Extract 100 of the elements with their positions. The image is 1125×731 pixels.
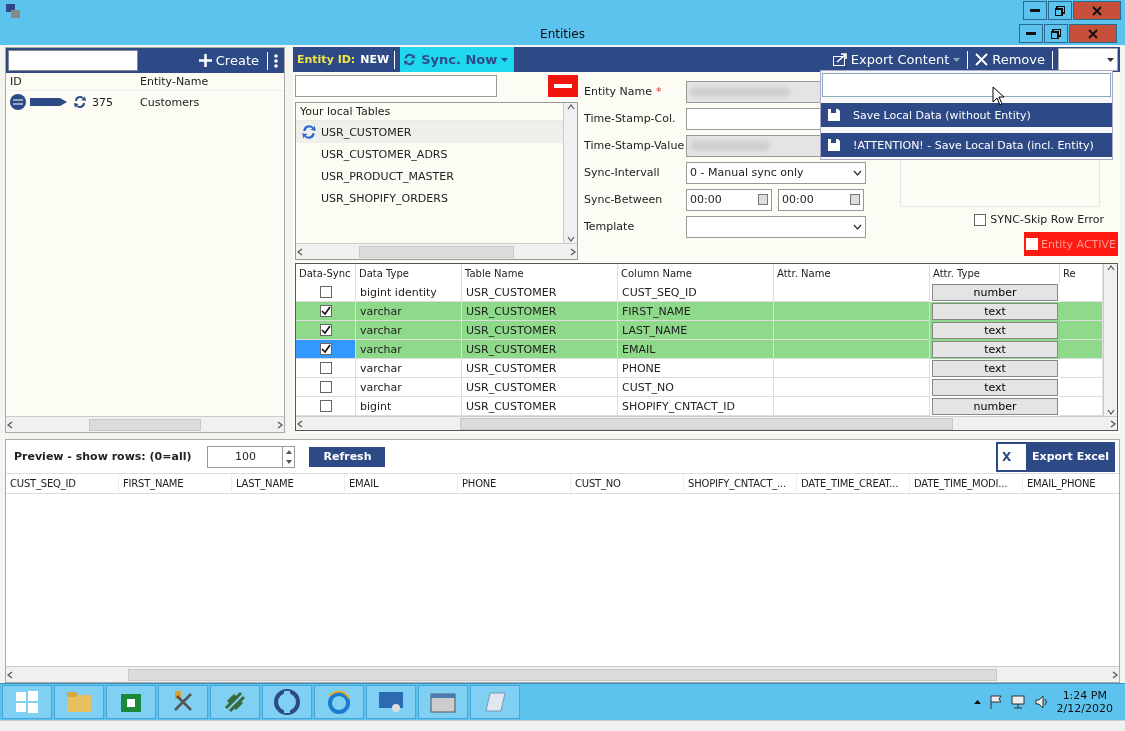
attr-type-button[interactable]: number [932, 398, 1058, 415]
sync-checkbox[interactable] [319, 362, 332, 374]
column-header: PHONE [458, 474, 571, 493]
sync-checkbox[interactable] [319, 381, 332, 393]
create-button[interactable]: Create [196, 53, 261, 68]
minimize-button[interactable] [1023, 1, 1047, 20]
start-button[interactable] [2, 685, 52, 719]
windows-icon [16, 691, 38, 713]
more-icon[interactable] [274, 53, 278, 68]
close-icon [1092, 5, 1102, 16]
flag-icon[interactable] [988, 695, 1003, 709]
export-content-button[interactable]: Export Content [830, 52, 963, 67]
clock[interactable]: 1:24 PM 2/12/2020 [1056, 689, 1113, 715]
restore-icon [1055, 5, 1065, 16]
caret-icon [953, 57, 961, 62]
sync-cell[interactable] [296, 340, 356, 359]
caret-icon [1107, 57, 1114, 62]
taskbar-button[interactable] [366, 685, 416, 719]
scroll-up-icon[interactable] [1106, 264, 1115, 272]
refresh-button[interactable]: Refresh [309, 446, 386, 467]
entity-id-value: NEW [360, 53, 390, 66]
menu-search-field[interactable] [822, 73, 1111, 97]
sync-checkbox[interactable] [319, 343, 332, 355]
field-label: Sync-Intervall [584, 165, 661, 181]
restore-button[interactable] [1044, 24, 1068, 43]
menu-item[interactable]: Save Local Data (without Entity) [821, 103, 1112, 127]
menu-item[interactable]: !ATTENTION! - Save Local Data (incl. Entity) [821, 133, 1112, 157]
close-button[interactable] [1069, 24, 1117, 43]
scroll-down-icon[interactable] [566, 235, 575, 243]
column-header: CUST_NO [571, 474, 684, 493]
sync-interval-select[interactable]: 0 - Manual sync only [686, 161, 866, 184]
speaker-icon[interactable] [1034, 695, 1049, 709]
table-filter-field[interactable] [295, 75, 497, 97]
export-excel-button[interactable]: X Export Excel [996, 441, 1115, 472]
scroll-left-icon[interactable] [296, 419, 304, 428]
vertical-scrollbar[interactable] [1103, 264, 1117, 416]
scroll-left-icon[interactable] [6, 670, 14, 679]
calendar-icon[interactable] [850, 194, 860, 205]
floppy-icon [827, 138, 841, 152]
scroll-right-icon[interactable] [1111, 670, 1119, 679]
sync-checkbox[interactable] [319, 286, 332, 298]
attr-type-button[interactable]: text [932, 322, 1058, 339]
sync-now-button[interactable]: Sync. Now [400, 47, 515, 72]
column-header: DATE_TIME_MODI... [910, 474, 1023, 493]
network-icon[interactable] [1010, 695, 1027, 709]
remove-table-button[interactable] [548, 75, 578, 97]
attr-type-button[interactable]: text [932, 360, 1058, 377]
taskbar-button[interactable] [262, 685, 312, 719]
field-label: Time-Stamp-Value [584, 138, 686, 154]
sync-checkbox[interactable] [319, 324, 332, 336]
scroll-up-icon[interactable] [566, 103, 575, 111]
window-icon [430, 691, 456, 713]
restore-button[interactable] [1048, 1, 1072, 20]
scroll-down-icon[interactable] [1106, 408, 1115, 416]
horizontal-scrollbar[interactable] [6, 666, 1119, 682]
remote-desktop-icon [6, 4, 20, 18]
time-field[interactable]: 00:00 [686, 188, 772, 211]
taskbar-button[interactable] [106, 685, 156, 719]
scroll-right-icon[interactable] [569, 247, 577, 256]
taskbar-button[interactable] [418, 685, 468, 719]
table-item[interactable]: USR_CUSTOMER [296, 121, 563, 143]
time-field[interactable]: 00:00 [778, 188, 864, 211]
entity-name[interactable]: Customers [140, 95, 280, 109]
sync-checkbox[interactable] [319, 400, 332, 412]
scroll-right-icon[interactable] [1109, 419, 1117, 428]
rows-spinner[interactable]: 100 [207, 445, 296, 468]
tray-arrow-icon[interactable] [973, 700, 981, 704]
skip-row-error-checkbox[interactable]: SYNC-Skip Row Error [974, 213, 1104, 226]
template-select[interactable] [686, 215, 866, 238]
table-item[interactable]: USR_CUSTOMER_ADRS [296, 143, 563, 165]
attr-type-button[interactable]: text [932, 341, 1058, 358]
calendar-icon[interactable] [758, 194, 768, 205]
taskbar-button[interactable] [314, 685, 364, 719]
attr-type-button[interactable]: number [932, 284, 1058, 301]
monitor-icon [378, 691, 404, 713]
remove-button[interactable]: Remove [973, 52, 1047, 67]
entity-name-label: Entity Name * [584, 84, 663, 100]
scroll-right-icon[interactable] [276, 420, 284, 429]
field-label: Time-Stamp-Col. [584, 111, 677, 127]
window-title: Entities [540, 26, 585, 41]
taskbar-button[interactable] [210, 685, 260, 719]
column-header: EMAIL [345, 474, 458, 493]
sync-checkbox[interactable] [319, 305, 332, 317]
column-header: CUST_SEQ_ID [6, 474, 119, 493]
attr-type-button[interactable]: text [932, 379, 1058, 396]
search-field[interactable] [8, 50, 138, 71]
sync-icon [300, 123, 318, 141]
taskbar-button[interactable] [158, 685, 208, 719]
scroll-left-icon[interactable] [6, 420, 14, 429]
horizontal-scrollbar[interactable] [6, 416, 284, 432]
minus-icon [554, 84, 572, 88]
scroll-left-icon[interactable] [296, 247, 304, 256]
close-button[interactable] [1073, 1, 1121, 20]
table-item[interactable]: USR_PRODUCT_MASTER [296, 165, 563, 187]
table-item[interactable]: USR_SHOPIFY_ORDERS [296, 187, 563, 209]
minimize-button[interactable] [1019, 24, 1043, 43]
attr-type-button[interactable]: text [932, 303, 1058, 320]
horizontal-scrollbar[interactable] [296, 243, 577, 259]
horizontal-scrollbar[interactable] [296, 416, 1117, 430]
vertical-scrollbar[interactable] [563, 103, 577, 243]
